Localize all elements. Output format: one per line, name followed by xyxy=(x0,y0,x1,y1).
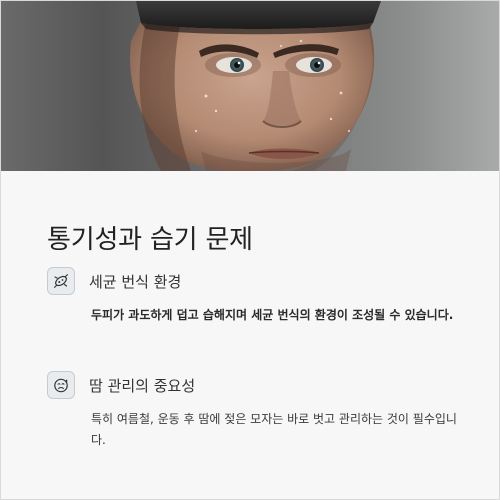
bacteria-icon xyxy=(47,267,75,295)
page-title: 통기성과 습기 문제 xyxy=(47,225,253,255)
section-body: 두피가 과도하게 덥고 습해지며 세균 번식의 환경이 조성될 수 있습니다. xyxy=(91,308,454,322)
section-header: 세균 번식 환경 xyxy=(47,267,467,295)
section-body: 특히 여름철, 운동 후 땀에 젖은 모자는 바로 벗고 관리하는 것이 필수입… xyxy=(91,412,457,447)
content-panel: 통기성과 습기 문제 세균 번식 환경 두피가 과도하게 덥고 습해지며 세균 … xyxy=(1,171,499,499)
sweat-face-icon xyxy=(47,371,75,399)
hero-image xyxy=(1,1,499,171)
section-sweat: 땀 관리의 중요성 특히 여름철, 운동 후 땀에 젖은 모자는 바로 벗고 관… xyxy=(47,371,467,451)
infographic-card: 통기성과 습기 문제 세균 번식 환경 두피가 과도하게 덥고 습해지며 세균 … xyxy=(0,0,500,500)
portrait-photo xyxy=(1,1,499,171)
section-bacteria: 세균 번식 환경 두피가 과도하게 덥고 습해지며 세균 번식의 환경이 조성될… xyxy=(47,267,467,326)
section-heading: 세균 번식 환경 xyxy=(89,272,182,291)
section-header: 땀 관리의 중요성 xyxy=(47,371,467,399)
section-heading: 땀 관리의 중요성 xyxy=(89,376,196,395)
